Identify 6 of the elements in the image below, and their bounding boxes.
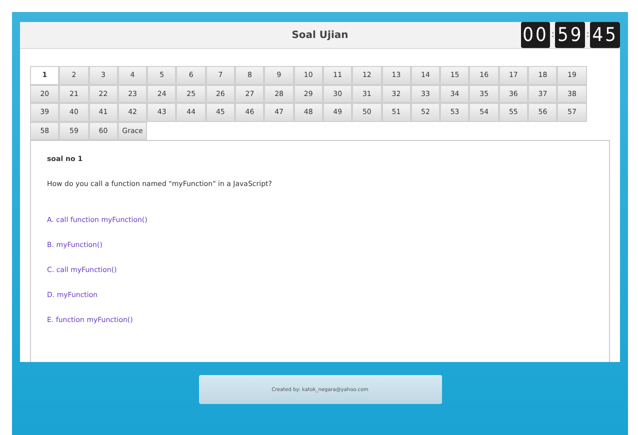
timer-separator: :	[586, 30, 590, 40]
timer-digits: 45	[590, 22, 620, 48]
timer-separator: :	[551, 30, 554, 40]
page-title: Soal Ujian	[292, 30, 348, 40]
timer-digits: 59	[555, 22, 586, 48]
timer-digits: 00	[520, 22, 550, 48]
